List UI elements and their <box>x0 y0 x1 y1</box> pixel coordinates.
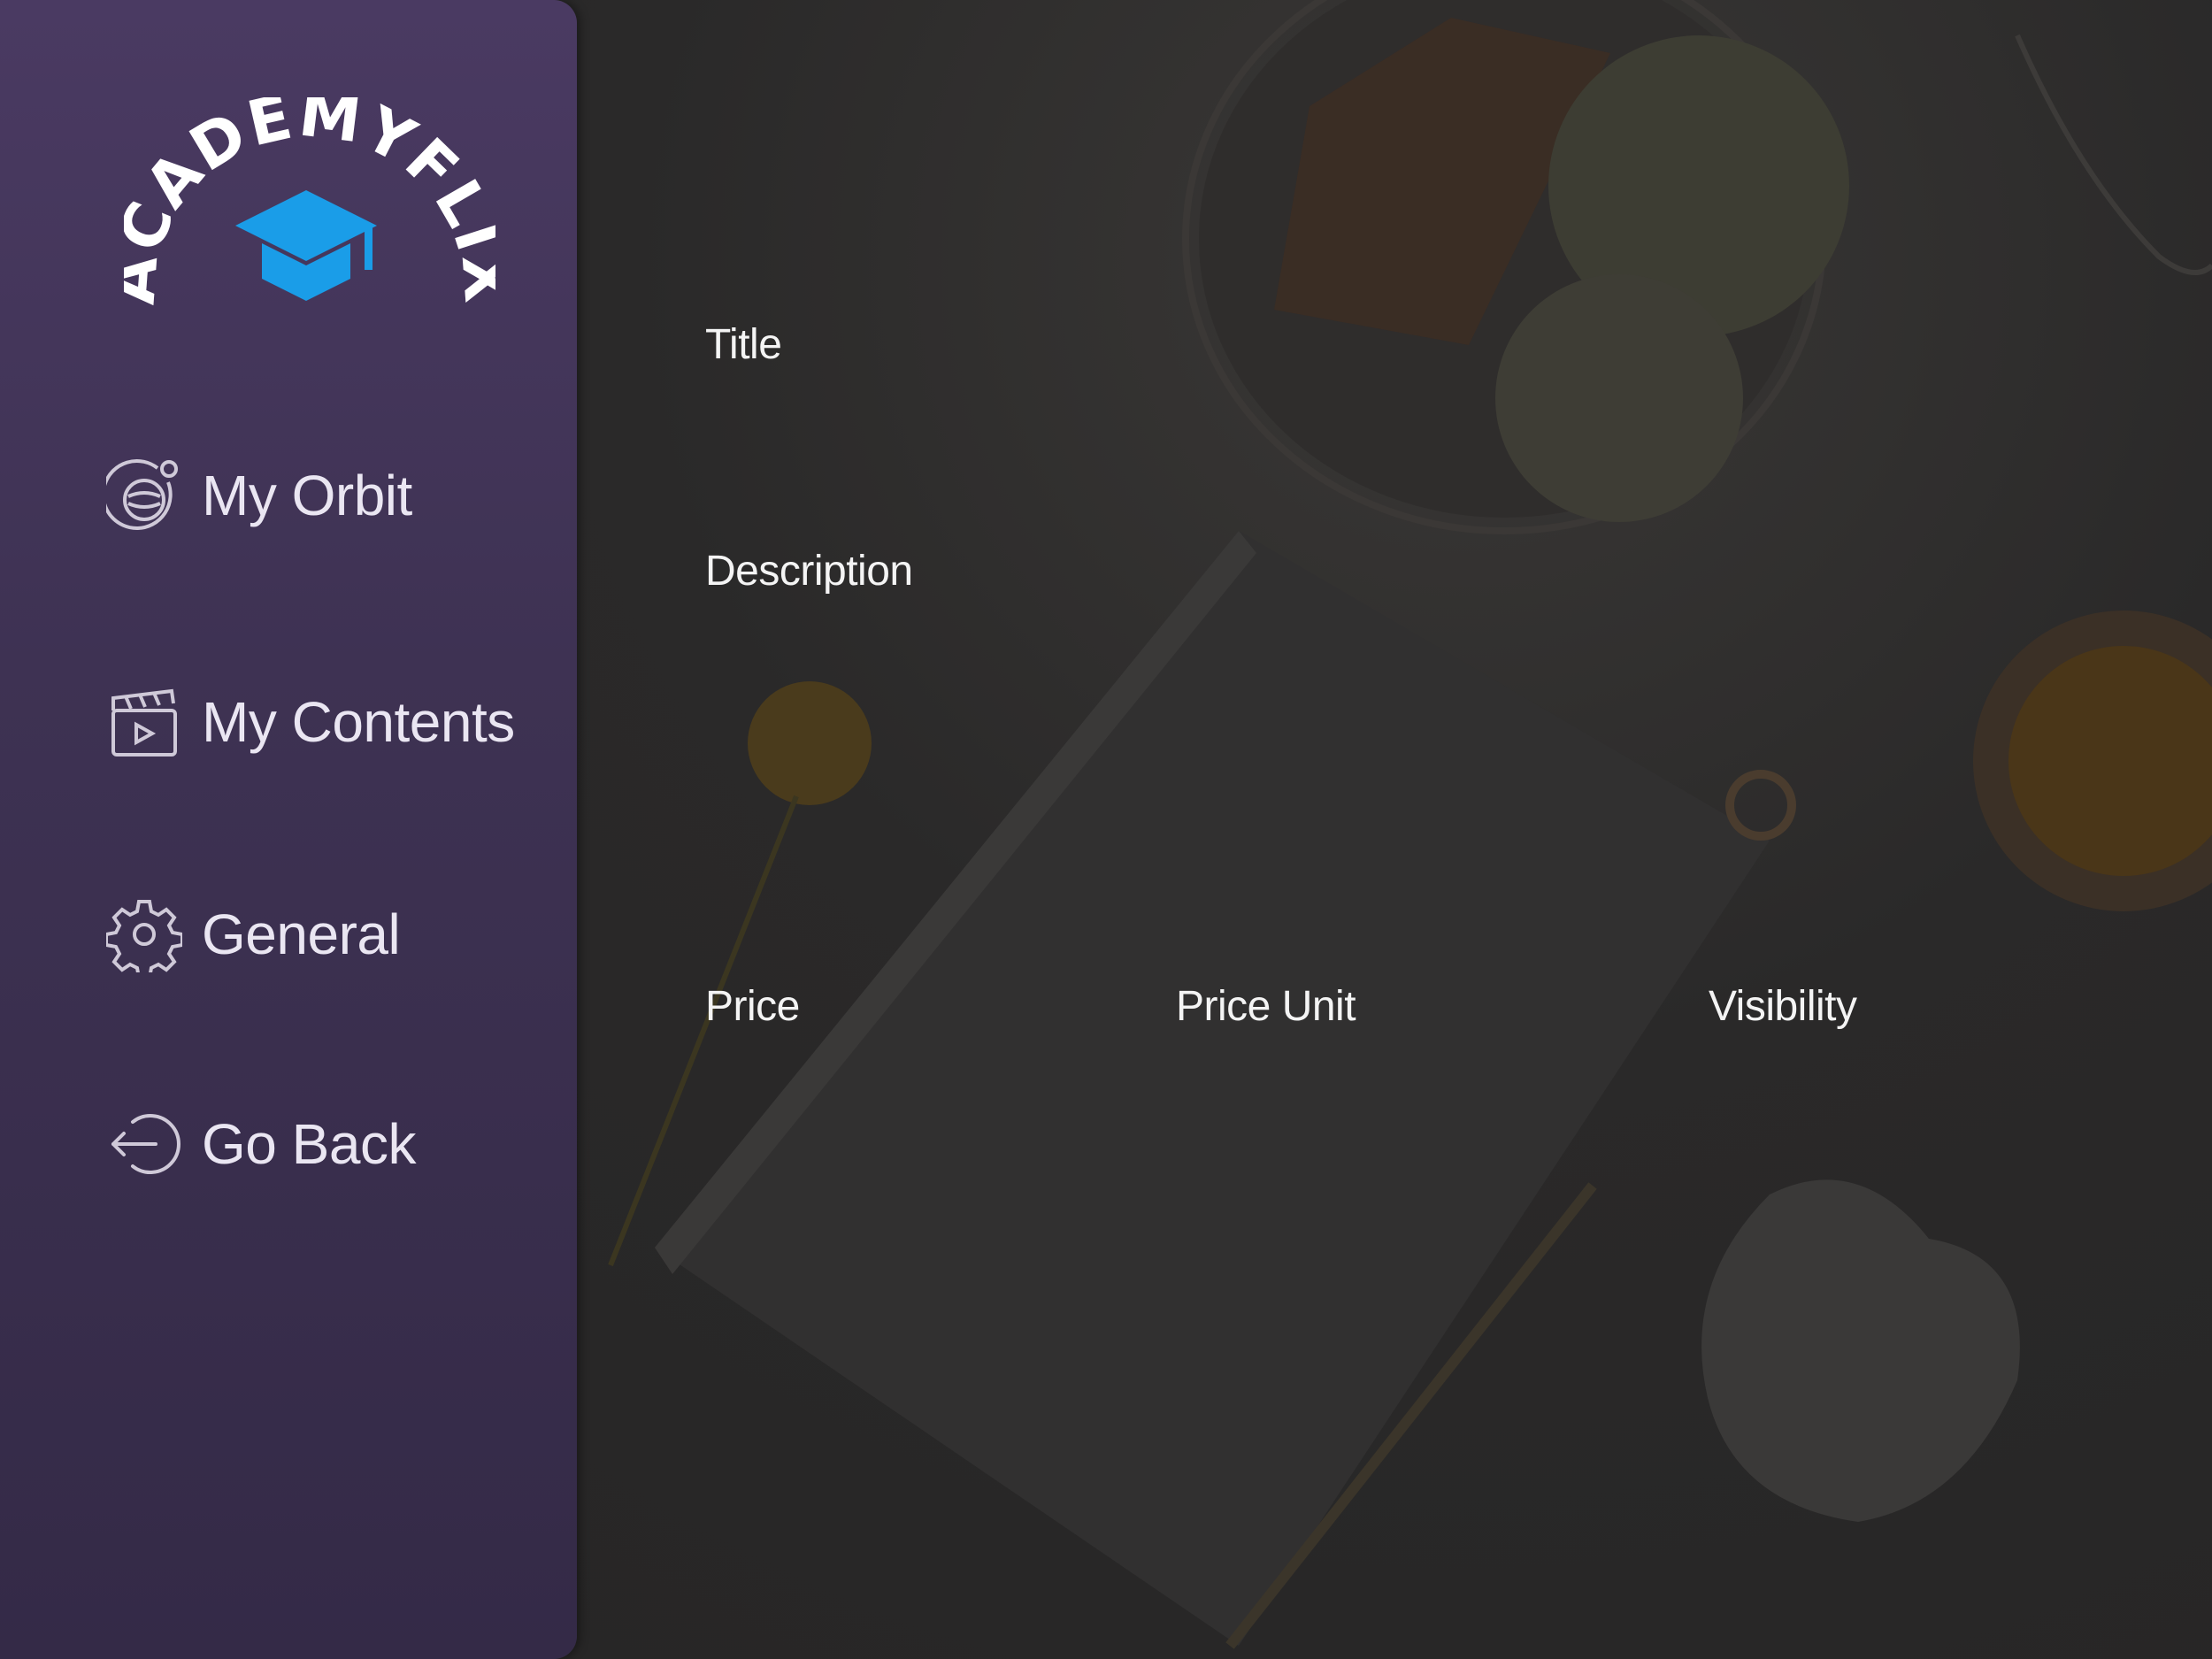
visibility-label: Visibility <box>1709 983 1857 1030</box>
title-label: Title <box>705 321 782 368</box>
gear-icon <box>106 896 182 972</box>
sidebar-item-my-contents[interactable]: My Contents <box>106 684 515 760</box>
description-label: Description <box>705 548 913 595</box>
sidebar-item-general[interactable]: General <box>106 896 401 972</box>
clapperboard-icon <box>106 684 182 760</box>
price-label: Price <box>705 983 800 1030</box>
orbit-icon <box>106 457 182 534</box>
sidebar: ACADEMYFLIX My Orbit <box>0 0 577 1659</box>
academyflix-logo: ACADEMYFLIX <box>96 77 522 327</box>
sidebar-item-label: Go Back <box>202 1112 416 1176</box>
sidebar-item-label: General <box>202 902 401 966</box>
sidebar-item-label: My Orbit <box>202 464 412 527</box>
sidebar-item-label: My Contents <box>202 690 515 754</box>
sidebar-item-my-orbit[interactable]: My Orbit <box>106 457 412 534</box>
graduation-cap-icon <box>235 190 377 301</box>
price-unit-label: Price Unit <box>1176 983 1356 1030</box>
sidebar-item-go-back[interactable]: Go Back <box>106 1106 416 1182</box>
logout-icon <box>106 1106 182 1182</box>
